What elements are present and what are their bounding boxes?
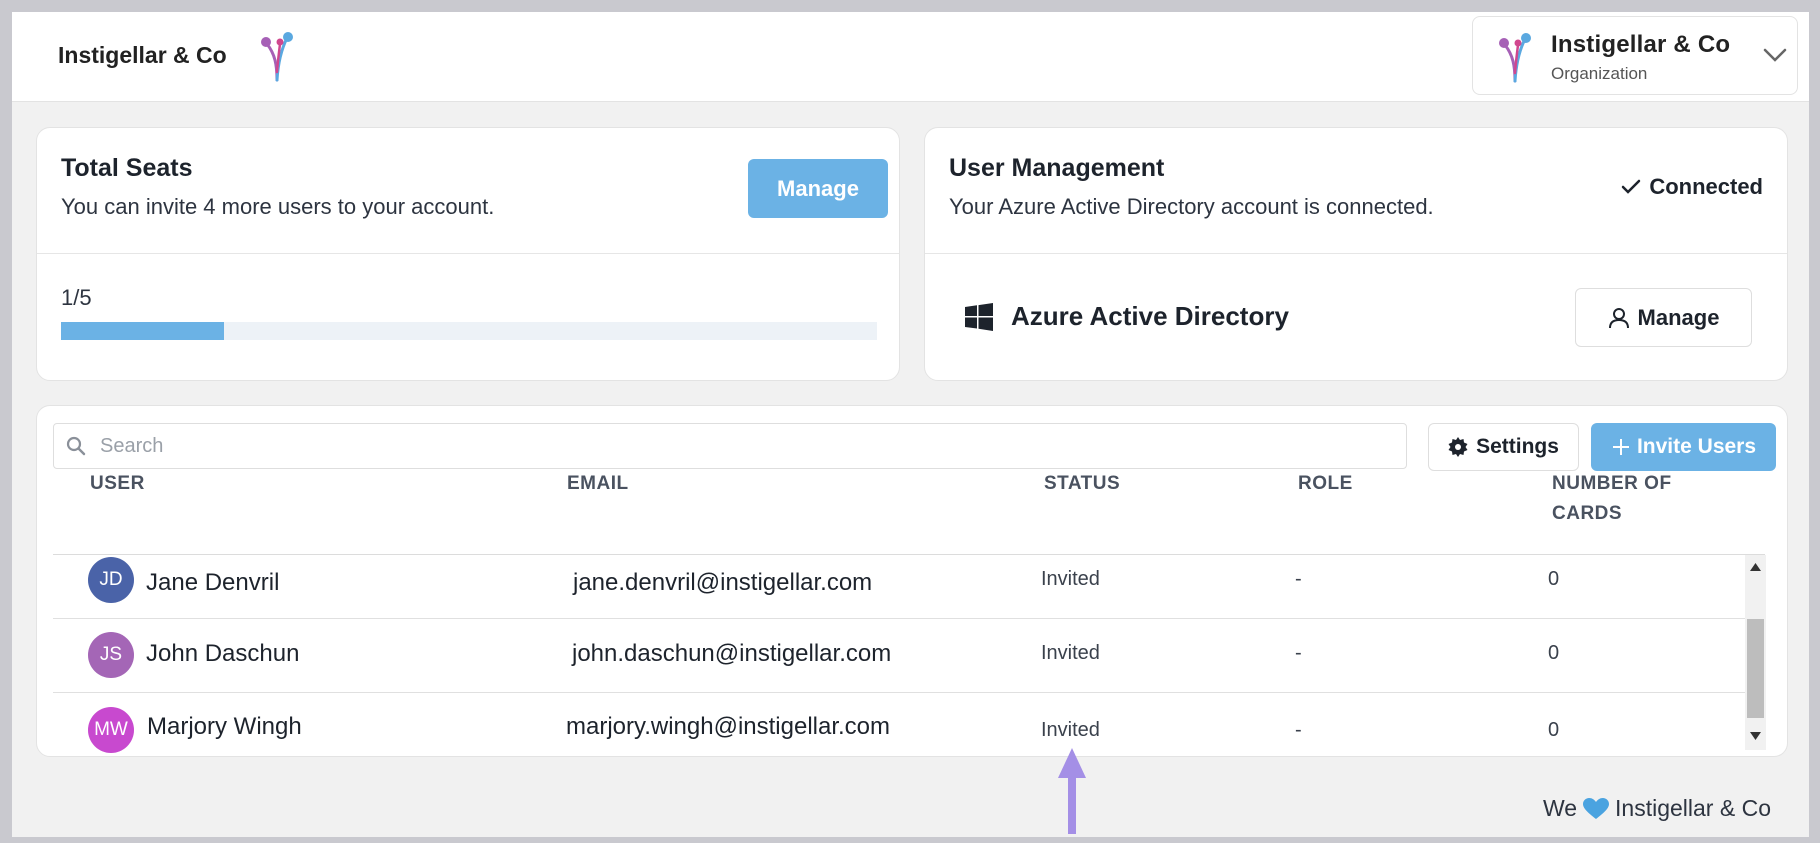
seats-progress-fill (61, 322, 225, 340)
column-header-cards: NUMBER OF CARDS (1552, 473, 1672, 524)
table-row[interactable]: MW Marjory Wingh marjory.wingh@instigell… (53, 693, 1745, 756)
check-icon (1622, 179, 1641, 194)
annotation-arrow-icon (1058, 748, 1086, 834)
manage-seats-button[interactable]: Manage (748, 159, 888, 218)
user-cards: 0 (1548, 719, 1560, 741)
footer-prefix: We (1542, 795, 1578, 821)
azure-provider: Azure Active Directory (965, 301, 1289, 332)
brand-logo-icon (261, 32, 293, 82)
settings-button[interactable]: Settings (1428, 423, 1579, 471)
user-management-divider (925, 253, 1787, 254)
user-management-subtitle: Your Azure Active Directory account is c… (949, 194, 1434, 219)
org-logo-icon (1499, 33, 1531, 83)
user-email: john.daschun@instigellar.com (572, 640, 892, 667)
plus-icon (1612, 439, 1629, 455)
user-status: Invited (1041, 642, 1100, 664)
org-switcher[interactable]: Instigellar & Co Organization (1472, 16, 1798, 95)
org-name: Instigellar & Co (1551, 31, 1731, 58)
user-status: Invited (1041, 568, 1100, 590)
search-icon (66, 436, 86, 456)
user-role: - (1295, 719, 1302, 741)
scroll-down-icon[interactable] (1750, 732, 1761, 740)
seat-count: 1/5 (61, 285, 92, 310)
user-name: John Daschun (146, 640, 300, 667)
search-box (53, 423, 1407, 469)
user-cards: 0 (1548, 642, 1560, 664)
user-management-card: User Management Your Azure Active Direct… (924, 127, 1788, 381)
seats-card: Total Seats You can invite 4 more users … (36, 127, 900, 381)
scroll-up-icon[interactable] (1750, 563, 1761, 571)
invite-users-label: Invite Users (1636, 435, 1757, 458)
manage-directory-label: Manage (1637, 304, 1720, 330)
table-scrollbar[interactable] (1745, 555, 1766, 750)
seats-title: Total Seats (61, 154, 193, 182)
invite-users-button[interactable]: Invite Users (1591, 423, 1776, 471)
table-row[interactable]: JD Jane Denvril jane.denvril@instigellar… (53, 555, 1745, 619)
users-table-card: Settings Invite Users USER EMAIL STATUS … (36, 405, 1788, 757)
footer-suffix: Instigellar & Co (1615, 795, 1771, 821)
avatar: MW (88, 707, 134, 753)
user-icon (1608, 307, 1629, 328)
connected-label: Connected (1649, 174, 1763, 199)
user-role: - (1295, 642, 1302, 664)
column-header-user: USER (90, 473, 145, 494)
user-status: Invited (1041, 719, 1100, 741)
gear-icon (1448, 437, 1468, 457)
seats-divider (37, 253, 899, 254)
user-cards: 0 (1548, 568, 1560, 590)
column-header-role: ROLE (1298, 473, 1353, 494)
column-header-email: EMAIL (567, 473, 629, 494)
avatar: JS (88, 632, 134, 678)
user-management-title: User Management (949, 154, 1165, 182)
settings-label: Settings (1476, 435, 1559, 458)
column-header-status: STATUS (1044, 473, 1121, 494)
chevron-down-icon[interactable] (1763, 47, 1787, 63)
scrollbar-thumb[interactable] (1747, 619, 1764, 718)
user-role: - (1295, 568, 1302, 590)
user-name: Marjory Wingh (147, 713, 302, 740)
seats-progress-bar (61, 322, 877, 340)
windows-icon (965, 302, 993, 331)
azure-label: Azure Active Directory (1011, 301, 1289, 331)
search-input[interactable] (100, 432, 1390, 460)
heart-icon (1583, 797, 1610, 819)
brand-name: Instigellar & Co (58, 42, 227, 68)
seats-subtitle: You can invite 4 more users to your acco… (61, 194, 495, 219)
top-bar: Instigellar & Co Instigellar & Co Organi… (12, 12, 1809, 102)
org-sublabel: Organization (1551, 64, 1648, 83)
app-window: Instigellar & Co Instigellar & Co Organi… (12, 12, 1809, 837)
table-row[interactable]: JS John Daschun john.daschun@instigellar… (53, 619, 1745, 693)
avatar: JD (88, 557, 134, 603)
user-name: Jane Denvril (146, 569, 280, 596)
user-email: marjory.wingh@instigellar.com (566, 713, 891, 740)
connected-status: Connected (1621, 174, 1763, 200)
footer: We Instigellar & Co (1543, 795, 1771, 822)
manage-directory-button[interactable]: Manage (1575, 288, 1752, 347)
user-email: jane.denvril@instigellar.com (573, 569, 873, 596)
